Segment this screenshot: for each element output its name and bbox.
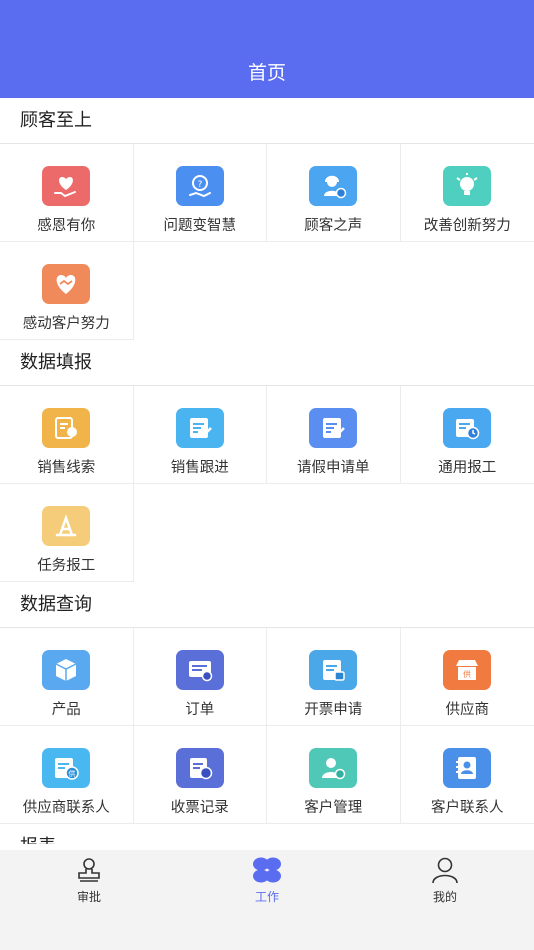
section-title-data-query: 数据查询 — [0, 582, 534, 628]
grid-item-label: 销售跟进 — [170, 460, 229, 476]
person-icon — [428, 856, 462, 884]
grid-item-label: 供应商联系人 — [22, 800, 110, 816]
grid-item-label: 客户管理 — [304, 800, 363, 816]
grid-item-leave-request[interactable]: 请假申请单 — [267, 386, 401, 484]
tab-label: 审批 — [76, 890, 101, 904]
tab-mine[interactable]: 我的 — [385, 856, 505, 905]
grid-item-label: 感恩有你 — [37, 218, 96, 234]
customer-manage-icon — [309, 748, 358, 788]
grid-item-label: 客户联系人 — [431, 800, 504, 816]
tab-label: 工作 — [254, 890, 279, 904]
tab-work[interactable]: 工作 — [207, 856, 327, 905]
innovation-bulb-icon — [443, 166, 492, 206]
grid-item-label: 任务报工 — [37, 558, 96, 574]
stamp-icon — [72, 856, 106, 884]
tab-label: 我的 — [432, 890, 457, 904]
grid-item-gratitude[interactable]: 感恩有你 — [0, 144, 134, 242]
grid-item-supplier[interactable]: 供 供应商 — [400, 628, 534, 726]
grid-item-label: 问题变智慧 — [163, 218, 237, 234]
grid-item-label: 请假申请单 — [297, 460, 370, 476]
grid-item-general-report[interactable]: 通用报工 — [400, 386, 534, 484]
grid-item-label: 供应商 — [445, 702, 490, 718]
grid-item-supplier-contact[interactable]: 供 供应商联系人 — [0, 726, 134, 824]
tab-approval[interactable]: 审批 — [29, 856, 149, 905]
grid-item-sales-lead[interactable]: 销售线索 — [0, 386, 134, 484]
grid-item-label: 产品 — [51, 702, 81, 718]
invoice-request-icon — [309, 650, 358, 690]
customer-contact-icon — [443, 748, 492, 788]
supplier-store-icon: 供 — [443, 650, 492, 690]
task-report-icon — [42, 506, 91, 546]
grid-item-sales-followup[interactable]: 销售跟进 — [133, 386, 267, 484]
supplier-contact-icon: 供 — [42, 748, 91, 788]
main-content[interactable]: 顾客至上 感恩有你 ? 问题变智慧 顾客之声 改善创新努力 感动客户努力 数据填… — [0, 98, 534, 850]
grid-item-touch-customer[interactable]: 感动客户努力 — [0, 242, 134, 340]
grid-item-customer-manage[interactable]: 客户管理 — [267, 726, 401, 824]
customer-first-grid: 感恩有你 ? 问题变智慧 顾客之声 改善创新努力 感动客户努力 — [0, 144, 534, 340]
handshake-heart-icon — [42, 264, 91, 304]
grid-item-label: 销售线索 — [37, 460, 96, 476]
product-box-icon — [42, 650, 91, 690]
grid-item-improve-innovate[interactable]: 改善创新努力 — [400, 144, 534, 242]
grid-item-invoice-request[interactable]: 开票申请 — [267, 628, 401, 726]
grid-item-customer-voice[interactable]: 顾客之声 — [267, 144, 401, 242]
svg-text:供: 供 — [69, 769, 76, 778]
data-query-grid: 产品 订单 开票申请 供 供应商 供 供应商联系人 收票记录 客户管理 客户联系… — [0, 628, 534, 824]
grid-item-label: 开票申请 — [304, 702, 363, 718]
order-icon — [175, 650, 224, 690]
leave-request-icon — [309, 408, 358, 448]
bottom-tab-bar: 审批 工作 我的 — [0, 850, 534, 950]
grid-item-label: 感动客户努力 — [22, 316, 110, 332]
page-title: 首页 — [247, 62, 286, 84]
grid-item-label: 订单 — [185, 702, 215, 718]
receipt-record-icon — [175, 748, 224, 788]
grid-item-task-report[interactable]: 任务报工 — [0, 484, 134, 582]
svg-text:供: 供 — [463, 669, 471, 679]
grid-item-label: 收票记录 — [170, 800, 229, 816]
grid-item-receipt-record[interactable]: 收票记录 — [133, 726, 267, 824]
grid-item-label: 通用报工 — [438, 460, 497, 476]
grid-item-customer-contact[interactable]: 客户联系人 — [400, 726, 534, 824]
grid-item-order[interactable]: 订单 — [133, 628, 267, 726]
sales-lead-icon — [42, 408, 91, 448]
grid-item-label: 顾客之声 — [304, 218, 363, 234]
data-entry-grid: 销售线索 销售跟进 请假申请单 通用报工 任务报工 — [0, 386, 534, 582]
clover-icon — [250, 856, 284, 884]
heart-hand-icon — [42, 166, 91, 206]
grid-item-label: 改善创新努力 — [423, 218, 511, 234]
grid-item-product[interactable]: 产品 — [0, 628, 134, 726]
app-header: 首页 — [0, 0, 534, 98]
section-title-customer-first: 顾客至上 — [0, 98, 534, 144]
svg-text:?: ? — [197, 180, 202, 190]
grid-item-problem-wisdom[interactable]: ? 问题变智慧 — [133, 144, 267, 242]
work-report-icon — [443, 408, 492, 448]
sales-followup-icon — [175, 408, 224, 448]
customer-service-icon — [309, 166, 358, 206]
lightbulb-hand-icon: ? — [175, 166, 224, 206]
section-title-reports: 报表 — [0, 824, 534, 844]
section-title-data-entry: 数据填报 — [0, 340, 534, 386]
